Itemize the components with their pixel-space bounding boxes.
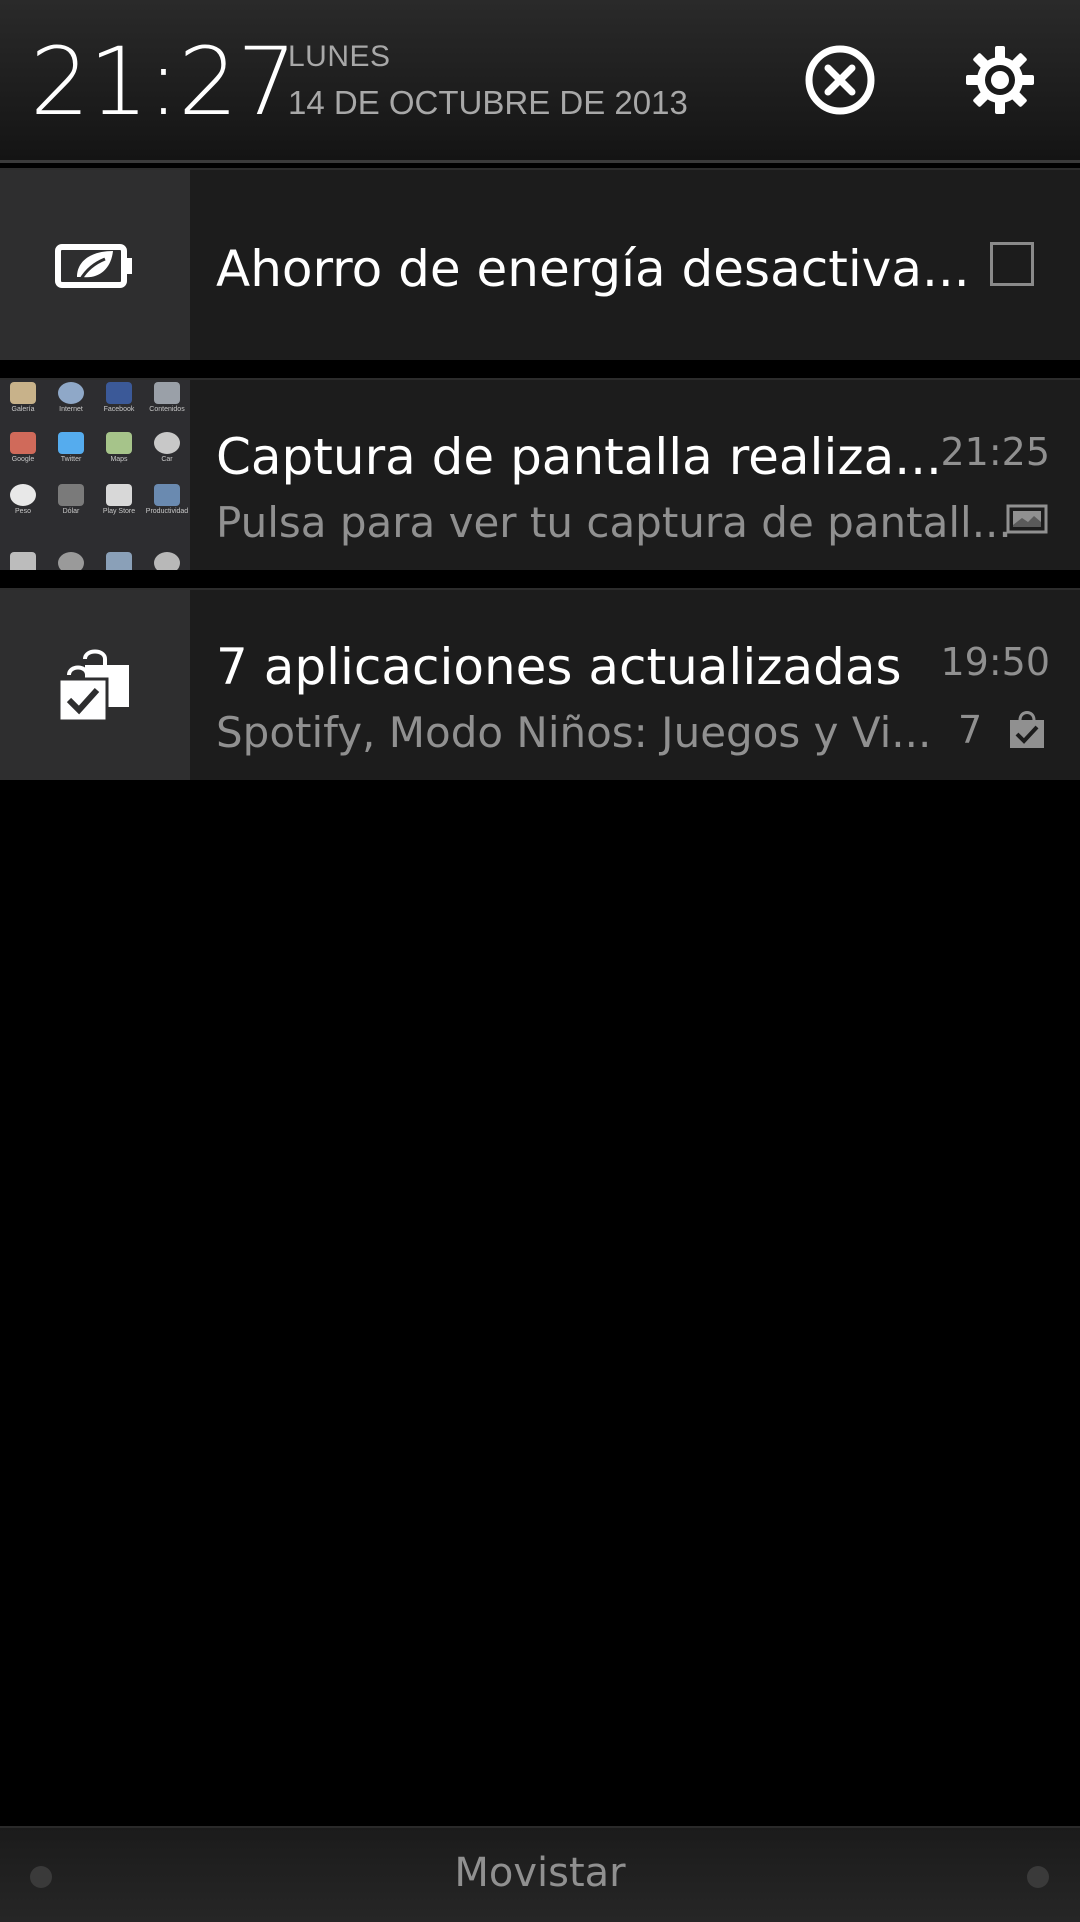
notification-time: 21:25 (940, 430, 1050, 474)
notification-icon-area (0, 170, 190, 360)
drag-handle-dot (1027, 1866, 1049, 1888)
notification-subtitle: Spotify, Modo Niños: Juegos y Vi... (216, 708, 932, 757)
thumb-label: Car (161, 456, 173, 463)
date: 14 DE OCTUBRE DE 2013 (288, 84, 688, 121)
shopping-bag-check-icon (57, 649, 129, 723)
thumb-label: Facebook (103, 406, 135, 413)
weekday: LUNES (288, 40, 391, 73)
notification-header: 21:27 LUNES 14 DE OCTUBRE DE 2013 (0, 0, 1080, 163)
image-icon (1006, 498, 1048, 540)
notification-count: 7 (958, 708, 983, 752)
notification-subtitle: Pulsa para ver tu captura de pantall... (216, 498, 1012, 547)
thumb-label: Peso (15, 508, 31, 515)
clear-all-button[interactable] (804, 44, 876, 116)
settings-button[interactable] (964, 44, 1036, 116)
thumb-label: Productividad (145, 508, 189, 515)
carrier-bar: Movistar (0, 1826, 1080, 1922)
thumb-label: Twitter (60, 456, 82, 463)
notification-time: 19:50 (940, 640, 1050, 684)
clear-all-icon (805, 45, 875, 115)
battery-leaf-icon (55, 244, 132, 288)
thumb-label: Internet (59, 406, 83, 413)
notification-apps-updated[interactable]: 7 aplicaciones actualizadas Spotify, Mod… (0, 588, 1080, 780)
notification-power-saving[interactable]: Ahorro de energía desactiva... (0, 168, 1080, 360)
notification-title: 7 aplicaciones actualizadas (216, 638, 902, 696)
notification-icon-area (0, 590, 190, 780)
shopping-bag-check-icon (1006, 708, 1048, 750)
clock: 21:27 (30, 28, 297, 137)
notification-screenshot[interactable]: Galería Internet Facebook Contenidos Goo… (0, 378, 1080, 570)
carrier-name: Movistar (454, 1850, 626, 1896)
thumb-label: Galería (11, 406, 35, 413)
notification-title: Captura de pantalla realiza... (216, 428, 942, 486)
thumb-label: Contenidos (149, 406, 185, 413)
gear-icon (966, 46, 1034, 114)
notification-title: Ahorro de energía desactiva... (216, 240, 970, 298)
thumb-label: Maps (110, 456, 128, 463)
power-saving-checkbox[interactable] (990, 242, 1034, 286)
thumb-label: Play Store (102, 508, 136, 515)
thumb-label: Google (11, 456, 35, 463)
thumb-label: Dólar (62, 508, 80, 515)
screenshot-thumbnail: Galería Internet Facebook Contenidos Goo… (0, 380, 190, 570)
